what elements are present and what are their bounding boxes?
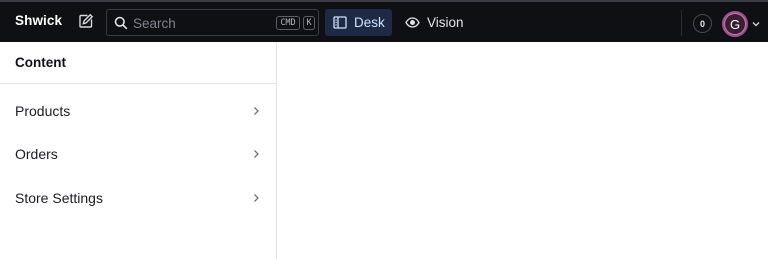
tool-vision-button[interactable]: Vision [397, 9, 469, 36]
compose-button[interactable] [75, 10, 97, 32]
tool-desk-label: Desk [354, 15, 385, 30]
sidebar-title: Content [0, 42, 276, 84]
sidebar-item-label: Orders [15, 146, 58, 163]
tool-desk-button[interactable]: Desk [325, 9, 392, 36]
search-box[interactable]: CMD K [106, 9, 319, 36]
edit-icon [79, 13, 94, 28]
sidebar-nav: Products Orders Store Settings [0, 84, 276, 220]
shortcut-cmd-key: CMD [276, 16, 300, 30]
chevron-down-icon[interactable] [751, 19, 761, 29]
shortcut-k-key: K [303, 16, 315, 30]
top-navbar: Shwick CMD K Desk Vision 0 G [0, 2, 768, 42]
chevron-right-icon [254, 106, 259, 115]
navbar-divider [681, 10, 682, 36]
sidebar-item-label: Products [15, 102, 71, 119]
sidebar-item-products[interactable]: Products [0, 89, 276, 133]
search-input[interactable] [133, 14, 273, 32]
sidebar-item-orders[interactable]: Orders [0, 133, 276, 177]
main-content-area [277, 42, 768, 259]
user-avatar[interactable]: G [722, 11, 748, 37]
avatar-initial: G [725, 14, 745, 34]
sidebar-item-label: Store Settings [15, 189, 103, 206]
eye-icon [405, 17, 420, 28]
sidebar-item-store-settings[interactable]: Store Settings [0, 176, 276, 220]
content-sidebar: Content Products Orders Store Settings [0, 42, 277, 259]
search-icon [114, 16, 128, 30]
notification-count-badge[interactable]: 0 [693, 14, 712, 33]
desk-icon [333, 16, 347, 29]
brand-title[interactable]: Shwick [15, 13, 62, 28]
chevron-right-icon [254, 150, 259, 159]
tool-vision-label: Vision [427, 15, 464, 30]
chevron-right-icon [254, 193, 259, 202]
